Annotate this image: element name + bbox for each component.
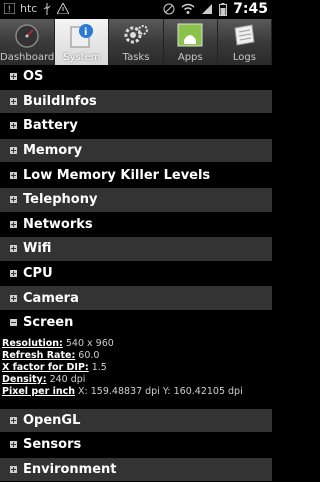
screen-details: Resolution: 540 x 960 Refresh Rate: 60.0… — [0, 335, 272, 409]
section-sensors[interactable]: Sensors — [0, 433, 272, 458]
detail-value: 540 x 960 — [62, 337, 114, 349]
section-label: Telephony — [23, 192, 98, 208]
section-buildinfos[interactable]: BuildInfos — [0, 89, 272, 115]
section-label: CPU — [23, 266, 53, 282]
info-icon: i — [70, 24, 93, 48]
detail-value: 60.0 — [75, 349, 100, 361]
usb-icon — [44, 2, 51, 15]
section-label: Low Memory Killer Levels — [23, 167, 211, 183]
battery-icon — [219, 2, 228, 16]
status-bar: ! htc 7:45 — [0, 0, 272, 19]
detail-row: X factor for DIP: 1.5 — [2, 362, 270, 374]
section-label: Battery — [23, 118, 78, 134]
tab-logs[interactable]: Logs — [218, 19, 273, 65]
detail-key: Refresh Rate: — [2, 349, 76, 361]
section-opengl[interactable]: OpenGL — [0, 408, 272, 434]
detail-row: Pixel per inch X: 159.48837 dpi Y: 160.4… — [2, 386, 270, 398]
expand-icon — [10, 97, 17, 105]
gauge-icon — [15, 24, 39, 48]
gears-icon — [124, 25, 149, 44]
section-label: BuildInfos — [23, 93, 97, 109]
section-wifi[interactable]: Wifi — [0, 237, 272, 262]
section-networks[interactable]: Networks — [0, 212, 272, 238]
detail-key: X factor for DIP: — [2, 361, 89, 373]
svg-text:i: i — [84, 27, 87, 38]
collapse-icon — [10, 319, 17, 327]
detail-key: Resolution: — [2, 337, 63, 349]
svg-text:!: ! — [8, 5, 12, 14]
section-label: Sensors — [23, 437, 82, 453]
section-label: Wifi — [23, 241, 52, 257]
detail-row: Refresh Rate: 60.0 — [2, 350, 270, 362]
expand-icon — [10, 270, 17, 278]
section-battery[interactable]: Battery — [0, 114, 272, 139]
signal-icon — [202, 4, 213, 14]
tab-label: Dashboard — [0, 52, 55, 63]
wifi-icon — [181, 3, 195, 14]
detail-row: Density: 240 dpi — [2, 374, 270, 386]
expand-icon — [10, 196, 17, 204]
section-telephony[interactable]: Telephony — [0, 187, 272, 213]
section-low-memory-killer-levels[interactable]: Low Memory Killer Levels — [0, 163, 272, 188]
tab-dashboard[interactable]: Dashboard — [0, 19, 56, 65]
detail-value: X: 159.48837 dpi Y: 160.42105 dpi — [75, 385, 243, 397]
section-label: OS — [23, 69, 44, 85]
notepad-icon — [234, 24, 255, 46]
tab-label: System — [63, 52, 101, 63]
warning-icon: ! — [4, 3, 15, 14]
expand-icon — [10, 73, 17, 81]
section-memory[interactable]: Memory — [0, 138, 272, 164]
no-sim-icon — [163, 3, 175, 15]
detail-value: 1.5 — [88, 361, 107, 373]
section-cpu[interactable]: CPU — [0, 261, 272, 287]
section-label: Screen — [23, 315, 74, 331]
section-label: Environment — [23, 462, 117, 478]
tab-tasks[interactable]: Tasks — [109, 19, 164, 65]
system-info-list: OS BuildInfos Battery Memory Low Memory … — [0, 65, 272, 482]
tab-label: Apps — [177, 52, 203, 63]
section-label: Camera — [23, 290, 79, 306]
expand-icon — [10, 466, 17, 474]
detail-key: Density: — [2, 373, 47, 385]
section-camera[interactable]: Camera — [0, 286, 272, 311]
tab-label: Logs — [232, 52, 256, 63]
clock: 7:45 — [233, 1, 268, 17]
android-app-icon — [177, 23, 203, 47]
carrier-label: htc — [20, 2, 38, 15]
tab-system[interactable]: i System — [55, 19, 110, 65]
expand-icon — [10, 416, 17, 424]
section-label: OpenGL — [23, 412, 81, 428]
expand-icon — [10, 171, 17, 179]
expand-icon — [10, 441, 17, 449]
tab-bar: Dashboard i System Tasks Apps Logs — [0, 19, 273, 66]
tab-label: Tasks — [122, 52, 150, 63]
section-screen[interactable]: Screen — [0, 310, 272, 336]
section-os[interactable]: OS — [0, 65, 272, 90]
expand-icon — [10, 245, 17, 253]
section-label: Memory — [23, 143, 83, 159]
expand-icon — [10, 122, 17, 130]
section-label: Networks — [23, 216, 93, 232]
tab-apps[interactable]: Apps — [164, 19, 218, 65]
expand-icon — [10, 147, 17, 155]
detail-row: Resolution: 540 x 960 — [2, 338, 270, 350]
expand-icon — [10, 220, 17, 228]
alert-icon — [57, 3, 70, 14]
detail-value: 240 dpi — [46, 373, 86, 385]
expand-icon — [10, 294, 17, 302]
detail-key: Pixel per inch — [2, 385, 76, 397]
section-environment[interactable]: Environment — [0, 457, 272, 482]
